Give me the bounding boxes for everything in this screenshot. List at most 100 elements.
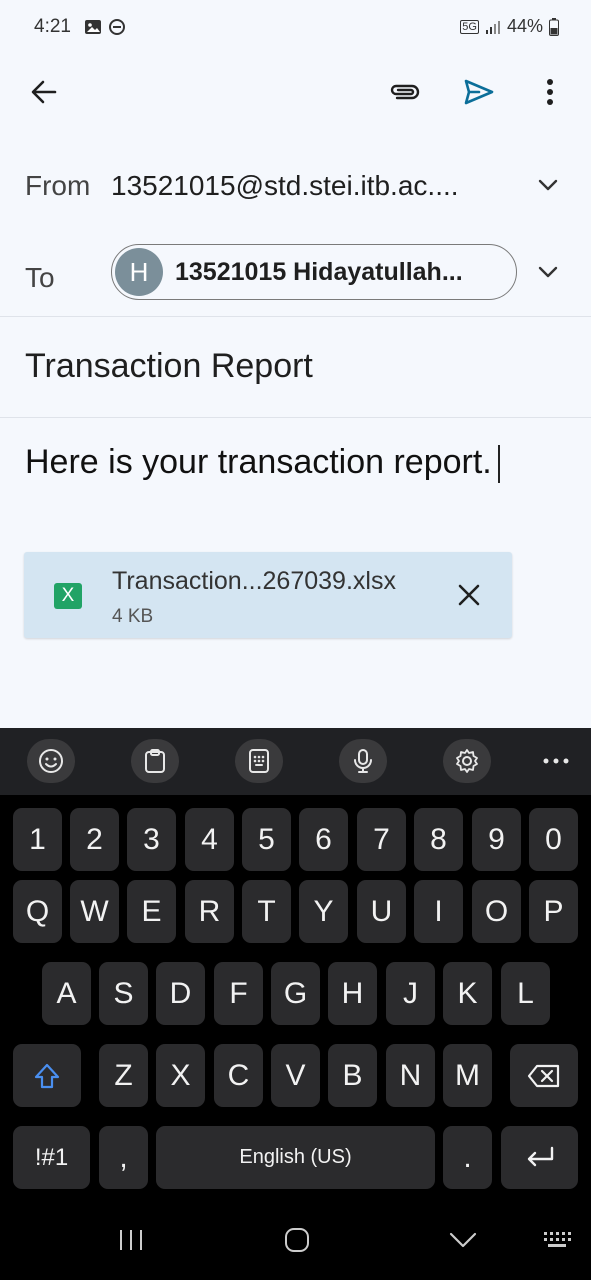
arrow-left-icon: [31, 80, 57, 104]
compose-app-bar: [0, 56, 591, 130]
key-w[interactable]: W: [70, 880, 119, 943]
key-1[interactable]: 1: [13, 808, 62, 871]
key-m[interactable]: M: [443, 1044, 492, 1107]
attach-button[interactable]: [383, 70, 427, 114]
key-a[interactable]: A: [42, 962, 91, 1025]
key-i[interactable]: I: [414, 880, 463, 943]
key-v[interactable]: V: [271, 1044, 320, 1107]
key-c[interactable]: C: [214, 1044, 263, 1107]
enter-icon: [527, 1146, 553, 1166]
keyboard-toggle-button[interactable]: [537, 1222, 577, 1258]
to-expand-button[interactable]: [533, 257, 563, 287]
key-y[interactable]: Y: [299, 880, 348, 943]
space-key[interactable]: English (US): [156, 1126, 435, 1189]
key-t[interactable]: T: [242, 880, 291, 943]
enter-key[interactable]: [501, 1126, 578, 1189]
back-button[interactable]: [22, 70, 66, 114]
emoji-button[interactable]: [27, 739, 75, 783]
toolbar-more-button[interactable]: [539, 746, 573, 776]
key-d[interactable]: D: [156, 962, 205, 1025]
key-k[interactable]: K: [443, 962, 492, 1025]
key-p[interactable]: P: [529, 880, 578, 943]
to-label: To: [25, 262, 55, 293]
more-horizontal-icon: [543, 758, 569, 764]
recipient-chip[interactable]: H 13521015 Hidayatullah...: [111, 244, 517, 300]
divider: [0, 417, 591, 418]
remove-attachment-button[interactable]: [452, 578, 486, 612]
image-notification-icon: [85, 20, 101, 34]
chevron-down-icon: [538, 179, 558, 191]
status-time: 4:21: [34, 16, 71, 37]
key-7[interactable]: 7: [357, 808, 406, 871]
keyboard-toggle-icon: [544, 1232, 571, 1247]
recents-icon: [120, 1230, 142, 1250]
network-icon: 5G: [460, 19, 479, 34]
clipboard-button[interactable]: [131, 739, 179, 783]
back-chevron-icon: [449, 1232, 477, 1248]
keypad-icon: [249, 749, 269, 773]
from-expand-button[interactable]: [533, 170, 563, 200]
key-b[interactable]: B: [328, 1044, 377, 1107]
key-f[interactable]: F: [214, 962, 263, 1025]
attachment-file-size: 4 KB: [112, 606, 154, 627]
key-h[interactable]: H: [328, 962, 377, 1025]
text-cursor: [497, 445, 500, 484]
emoji-icon: [39, 749, 63, 773]
key-u[interactable]: U: [357, 880, 406, 943]
microphone-icon: [354, 749, 372, 773]
key-x[interactable]: X: [156, 1044, 205, 1107]
more-options-button[interactable]: [528, 70, 572, 114]
signal-icon: [485, 20, 500, 34]
system-nav-bar: [0, 1200, 591, 1280]
shift-key[interactable]: [13, 1044, 81, 1107]
key-j[interactable]: J: [386, 962, 435, 1025]
nav-back-button[interactable]: [443, 1222, 483, 1258]
key-z[interactable]: Z: [99, 1044, 148, 1107]
key-6[interactable]: 6: [299, 808, 348, 871]
backspace-key[interactable]: [510, 1044, 578, 1107]
key-9[interactable]: 9: [472, 808, 521, 871]
key-l[interactable]: L: [501, 962, 550, 1025]
body-text: Here is your transaction report.: [25, 443, 492, 481]
chevron-down-icon: [538, 266, 558, 278]
status-left-icons: [84, 18, 126, 36]
voice-input-button[interactable]: [339, 739, 387, 783]
paperclip-icon: [390, 84, 420, 100]
send-icon: [464, 79, 494, 105]
key-q[interactable]: Q: [13, 880, 62, 943]
key-0[interactable]: 0: [529, 808, 578, 871]
key-2[interactable]: 2: [70, 808, 119, 871]
key-o[interactable]: O: [472, 880, 521, 943]
key-3[interactable]: 3: [127, 808, 176, 871]
keyboard-toolbar: [0, 728, 591, 795]
key-g[interactable]: G: [271, 962, 320, 1025]
period-key[interactable]: .: [443, 1126, 492, 1189]
comma-key[interactable]: ,: [99, 1126, 148, 1189]
shift-icon: [34, 1063, 60, 1088]
send-button[interactable]: [457, 70, 501, 114]
status-right: 5G 44%: [460, 16, 559, 37]
subject-field[interactable]: Transaction Report: [25, 347, 313, 386]
key-r[interactable]: R: [185, 880, 234, 943]
recents-button[interactable]: [111, 1222, 151, 1258]
from-field[interactable]: 13521015@std.stei.itb.ac....: [111, 170, 459, 202]
key-n[interactable]: N: [386, 1044, 435, 1107]
home-icon: [285, 1228, 309, 1252]
keyboard-settings-button[interactable]: [443, 739, 491, 783]
body-field[interactable]: Here is your transaction report.: [25, 443, 500, 484]
key-8[interactable]: 8: [414, 808, 463, 871]
home-button[interactable]: [277, 1222, 317, 1258]
more-vertical-icon: [547, 79, 553, 105]
symbols-key[interactable]: !#1: [13, 1126, 90, 1189]
battery-percent: 44%: [506, 16, 543, 36]
keypad-button[interactable]: [235, 739, 283, 783]
key-s[interactable]: S: [99, 962, 148, 1025]
key-4[interactable]: 4: [185, 808, 234, 871]
attachment-card[interactable]: X Transaction...267039.xlsx 4 KB: [24, 552, 512, 638]
key-e[interactable]: E: [127, 880, 176, 943]
avatar: H: [115, 248, 163, 296]
key-5[interactable]: 5: [242, 808, 291, 871]
battery-icon: [549, 17, 559, 36]
close-icon: [458, 584, 480, 606]
status-bar: 4:21 5G 44%: [0, 0, 591, 56]
